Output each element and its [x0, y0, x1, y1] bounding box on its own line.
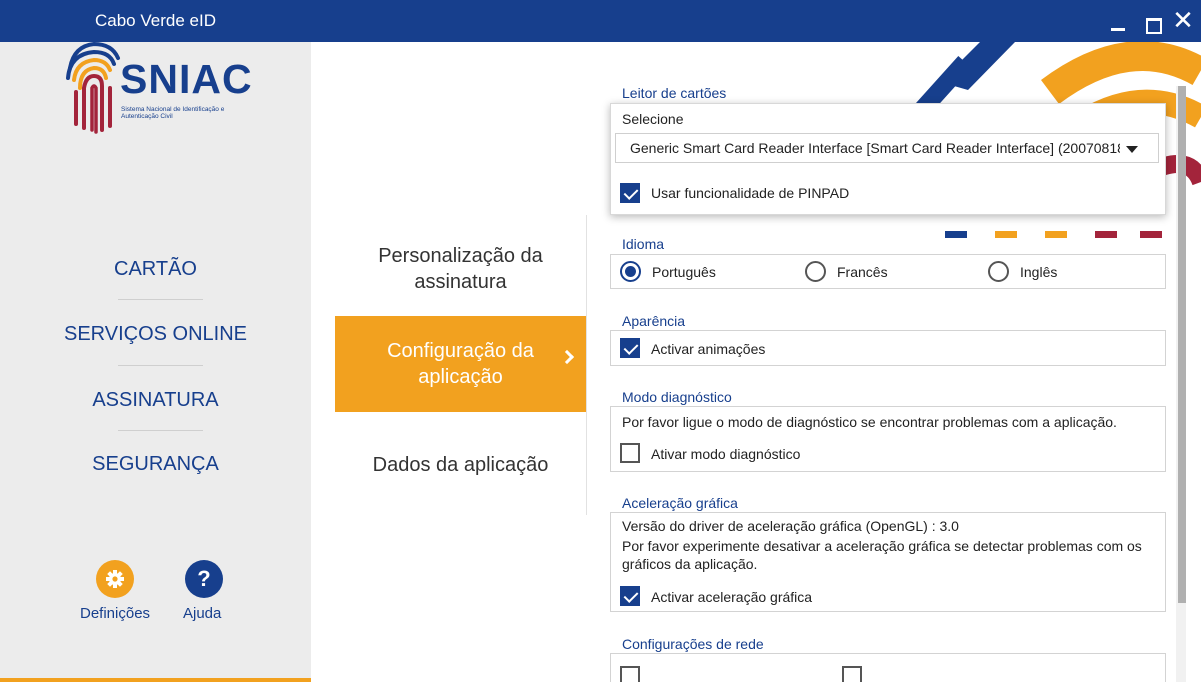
- decorative-bar: [995, 231, 1017, 238]
- caret-down-icon: [1126, 146, 1138, 153]
- sidebar: [0, 42, 311, 682]
- graphics-title: Aceleração gráfica: [622, 495, 738, 511]
- graphics-label: Activar aceleração gráfica: [651, 589, 813, 605]
- sidebar-divider: [118, 365, 203, 366]
- network-title: Configurações de rede: [622, 636, 764, 652]
- submenu-app-configuration[interactable]: Configuração da aplicação: [335, 316, 586, 412]
- title-bar: Cabo Verde eID ✕: [0, 0, 1201, 42]
- diagnostic-description: Por favor ligue o modo de diagnóstico se…: [622, 414, 1117, 430]
- graphics-driver-version: Versão do driver de aceleração gráfica (…: [622, 518, 959, 534]
- pinpad-label: Usar funcionalidade de PINPAD: [651, 185, 850, 201]
- logo-subtitle: Sistema Nacional de Identificação e Aute…: [121, 106, 225, 120]
- submenu-app-data[interactable]: Dados da aplicação: [335, 452, 586, 478]
- fingerprint-icon: [66, 41, 120, 134]
- help-button[interactable]: ?: [185, 560, 223, 598]
- radio-frances[interactable]: [805, 261, 826, 282]
- help-label[interactable]: Ajuda: [183, 605, 221, 622]
- decorative-bar: [945, 231, 967, 238]
- card-reader-dropdown[interactable]: Generic Smart Card Reader Interface [Sma…: [615, 133, 1159, 163]
- submenu-divider: [586, 215, 587, 515]
- sidebar-divider: [118, 299, 203, 300]
- sidebar-accent-line: [0, 678, 311, 682]
- radio-ingles-label: Inglês: [1020, 264, 1058, 280]
- pinpad-checkbox[interactable]: [620, 183, 640, 203]
- sniac-logo: SNIAC Sistema Nacional de Identificação …: [64, 38, 264, 138]
- decorative-bar: [1045, 231, 1067, 238]
- sidebar-item-servicos-online[interactable]: SERVIÇOS ONLINE: [0, 323, 311, 346]
- submenu-signature-personalization[interactable]: Personalização da assinatura: [335, 243, 586, 295]
- diagnostic-title: Modo diagnóstico: [622, 389, 732, 405]
- maximize-icon[interactable]: [1140, 6, 1166, 34]
- card-reader-title: Leitor de cartões: [622, 85, 727, 101]
- appearance-title: Aparência: [622, 313, 686, 329]
- card-reader-selected: Generic Smart Card Reader Interface [Sma…: [630, 140, 1120, 156]
- settings-button[interactable]: [96, 560, 134, 598]
- sidebar-divider: [118, 430, 203, 431]
- graphics-description-line1: Por favor experimente desativar a aceler…: [622, 538, 1142, 554]
- scrollbar-thumb[interactable]: [1178, 86, 1186, 603]
- gear-icon: [106, 570, 124, 588]
- radio-portugues-label: Português: [652, 264, 716, 280]
- window-title: Cabo Verde eID: [95, 11, 216, 30]
- close-icon[interactable]: ✕: [1170, 6, 1196, 34]
- network-group: [610, 653, 1166, 682]
- card-reader-select-label: Selecione: [622, 111, 684, 127]
- radio-frances-label: Francês: [837, 264, 888, 280]
- diagnostic-label: Ativar modo diagnóstico: [651, 446, 801, 462]
- language-title: Idioma: [622, 236, 665, 252]
- decorative-bar: [1095, 231, 1117, 238]
- minimize-icon[interactable]: [1106, 6, 1132, 34]
- animations-checkbox[interactable]: [620, 338, 640, 358]
- submenu-active-label: Configuração da aplicação: [387, 340, 534, 388]
- network-checkbox-2[interactable]: [842, 666, 862, 682]
- logo-text: SNIAC: [120, 56, 253, 102]
- sidebar-item-cartao[interactable]: CARTÃO: [0, 258, 311, 281]
- settings-label[interactable]: Definições: [80, 605, 150, 622]
- sidebar-item-assinatura[interactable]: ASSINATURA: [0, 389, 311, 412]
- radio-portugues[interactable]: [620, 261, 641, 282]
- question-icon: ?: [197, 566, 211, 591]
- graphics-checkbox[interactable]: [620, 586, 640, 606]
- radio-ingles[interactable]: [988, 261, 1009, 282]
- graphics-description-line2: gráficos da aplicação.: [622, 556, 758, 572]
- decorative-bar: [1140, 231, 1162, 238]
- sidebar-item-seguranca[interactable]: SEGURANÇA: [0, 453, 311, 476]
- network-checkbox-1[interactable]: [620, 666, 640, 682]
- diagnostic-checkbox[interactable]: [620, 443, 640, 463]
- animations-label: Activar animações: [651, 341, 766, 357]
